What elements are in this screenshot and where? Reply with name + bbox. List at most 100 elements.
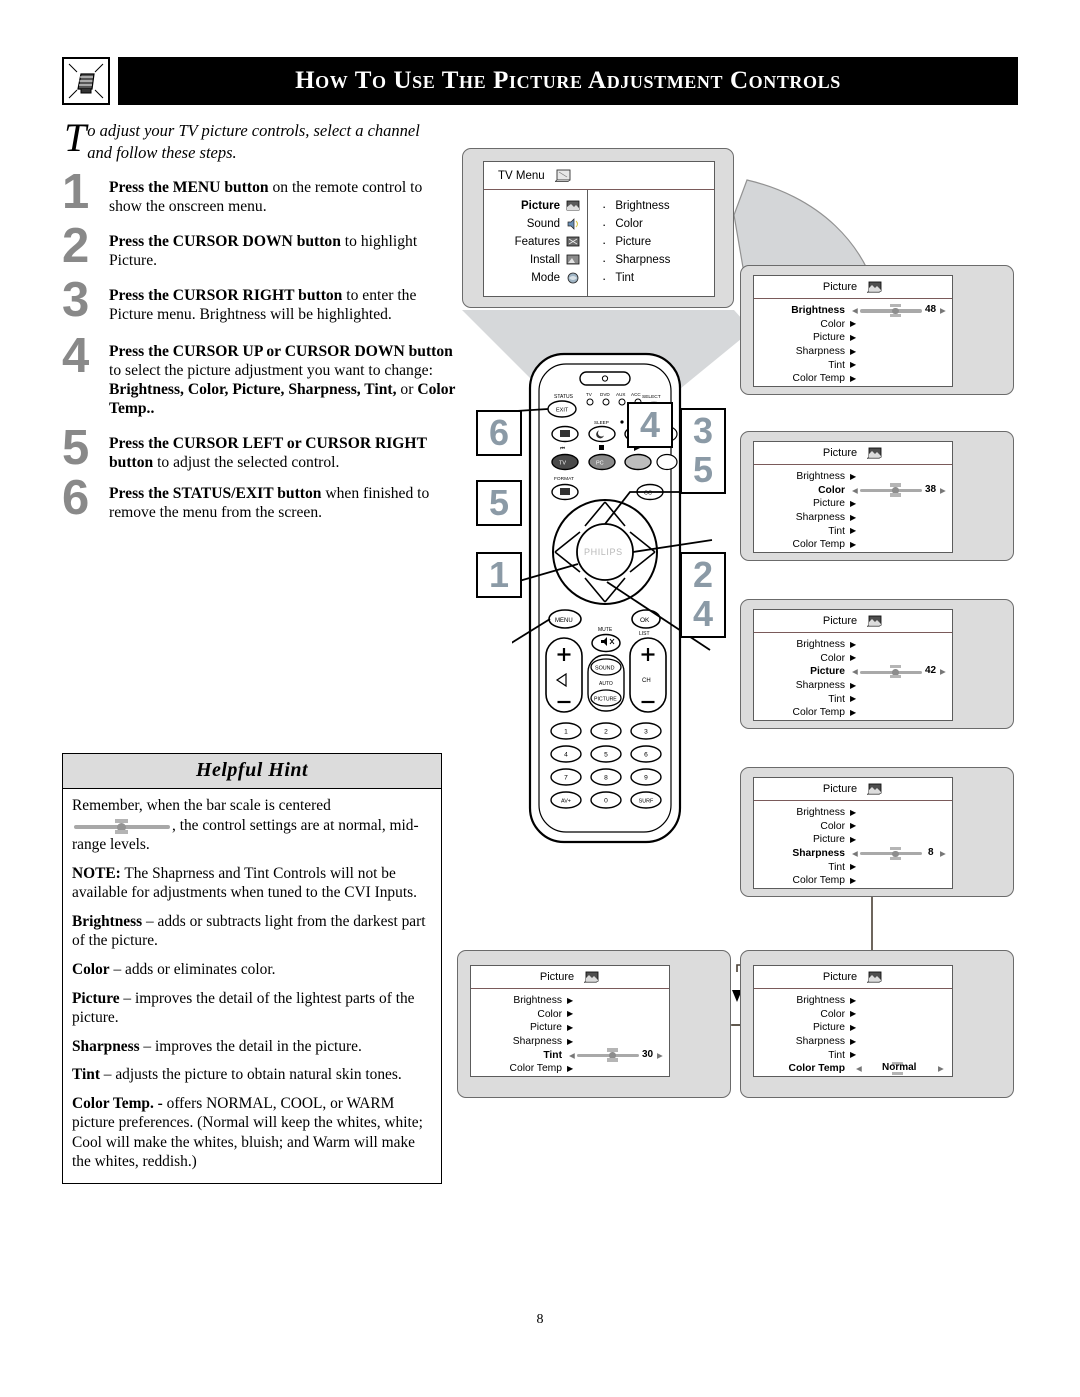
hint-paragraph-bar-scale: Remember, when the bar scale is centered… [72,796,432,855]
hint-term-brightness: Brightness [72,912,143,930]
hint-def-tint: – adjusts the picture to obtain natural … [99,1066,402,1084]
row-label: Color [820,1008,845,1020]
slider-track[interactable] [860,309,922,313]
intro-paragraph: To adjust your TV picture controls, sele… [64,118,444,164]
slider-track[interactable] [860,852,922,856]
panel-rows: Brightness ▶ Color ▶ Picture ◀ 42 ▶ Shar… [754,633,952,720]
panel-row-sharpness[interactable]: Sharpness ▶ [471,1035,669,1049]
row-label: Color [820,652,845,664]
panel-row-colortemp[interactable]: Color Temp ◀ Normal ▶ [754,1061,952,1076]
svg-text:0: 0 [604,798,608,805]
panel-row-color[interactable]: Color ▶ [471,1008,669,1022]
slider-right-arrow[interactable]: ▶ [940,668,946,676]
chevron-right-icon: ▶ [850,1009,857,1019]
slider-right-arrow[interactable]: ▶ [940,487,946,495]
panel-row-sharpness[interactable]: Sharpness ▶ [754,679,952,693]
callout-number: 1 [488,554,510,595]
tv-submenu-item-color[interactable]: · Color [602,216,714,232]
panel-row-colortemp[interactable]: Color Temp ▶ [471,1062,669,1076]
step-text: Press the CURSOR RIGHT button to enter t… [109,286,457,324]
tv-submenu-item-brightness[interactable]: · Brightness [602,198,714,214]
row-slider[interactable]: ◀ 38 ▶ [852,483,946,497]
panel-row-sharpness[interactable]: Sharpness ▶ [754,345,952,359]
panel-row-sharpness[interactable]: Sharpness ▶ [754,1035,952,1049]
panel-row-colortemp[interactable]: Color Temp ▶ [754,706,952,720]
row-label: Color Temp [792,707,845,719]
panel-row-color[interactable]: Color ◀ 38 ▶ [754,483,952,498]
slider-right-arrow[interactable]: ▶ [657,1052,663,1060]
panel-row-picture[interactable]: Picture ▶ [754,331,952,345]
mode-icon [567,272,579,284]
row-slider[interactable]: ◀ 42 ▶ [852,664,946,679]
panel-row-tint[interactable]: Tint ▶ [754,692,952,706]
row-label: Picture [812,834,845,846]
panel-row-color[interactable]: Color ▶ [754,1008,952,1022]
panel-row-picture[interactable]: Picture ▶ [471,1021,669,1035]
chevron-right-icon: ▶ [850,346,857,356]
tv-menu-item-features[interactable]: Features [484,234,581,250]
row-label: Brightness [796,471,845,483]
tv-menu-item-picture[interactable]: Picture [484,198,581,214]
panel-row-colortemp[interactable]: Color Temp ▶ [754,538,952,552]
panel-row-sharpness[interactable]: Sharpness ▶ [754,511,952,525]
row-label: Sharpness [795,346,845,358]
slider-right-arrow[interactable]: ▶ [940,307,946,315]
chevron-right-icon: ▶ [567,1063,574,1073]
tv-submenu-item-picture[interactable]: · Picture [602,234,714,250]
panel-row-color[interactable]: Color ▶ [754,652,952,666]
slider-track[interactable] [860,489,922,493]
panel-row-picture[interactable]: Picture ▶ [754,497,952,511]
svg-text:OK: OK [640,617,650,624]
tv-menu-item-install[interactable]: Install [484,252,581,268]
choice-right-arrow[interactable]: ▶ [938,1065,944,1073]
panel-row-brightness[interactable]: Brightness ▶ [471,994,669,1008]
panel-row-brightness[interactable]: Brightness ◀ 48 ▶ [754,303,952,318]
chevron-right-icon: ▶ [850,498,857,508]
panel-row-sharpness[interactable]: Sharpness ◀ 8 ▶ [754,846,952,861]
panel-row-tint[interactable]: Tint ▶ [754,860,952,874]
panel-row-brightness[interactable]: Brightness ▶ [754,470,952,484]
helpful-hint-body: Remember, when the bar scale is centered… [63,789,441,1183]
panel-row-brightness[interactable]: Brightness ▶ [754,806,952,820]
svg-text:SOUND: SOUND [595,666,615,672]
panel-row-colortemp[interactable]: Color Temp ▶ [754,372,952,386]
tv-menu-item-sound[interactable]: Sound [484,216,581,232]
slider-left-arrow[interactable]: ◀ [569,1052,575,1060]
row-slider[interactable]: ◀ 8 ▶ [852,846,946,861]
tv-submenu-item-tint[interactable]: · Tint [602,270,714,286]
tv-menu-item-mode[interactable]: Mode [484,270,581,286]
svg-text:CH: CH [642,678,651,684]
slider-left-arrow[interactable]: ◀ [852,487,858,495]
tv-submenu-item-sharpness[interactable]: · Sharpness [602,252,714,268]
choice-left-arrow[interactable]: ◀ [856,1065,862,1073]
slider-right-arrow[interactable]: ▶ [940,850,946,858]
row-choice[interactable]: ◀ Normal ▶ [852,1061,944,1076]
picture-panel-sharpness: Picture Brightness ▶ Color ▶ Picture ▶ Shar… [740,767,1014,897]
panel-row-tint[interactable]: Tint ▶ [754,358,952,372]
slider-left-arrow[interactable]: ◀ [852,850,858,858]
row-slider[interactable]: ◀ 48 ▶ [852,303,946,318]
slider-track[interactable] [860,670,922,674]
step-item: 6 Press the STATUS/EXIT button when fini… [62,474,457,524]
panel-row-brightness[interactable]: Brightness ▶ [754,994,952,1008]
panel-row-picture[interactable]: Picture ▶ [754,833,952,847]
row-label: Brightness [513,995,562,1007]
tv-menu-header: TV Menu [484,162,714,190]
slider-left-arrow[interactable]: ◀ [852,668,858,676]
slider-track[interactable] [577,1053,639,1058]
slider-left-arrow[interactable]: ◀ [852,307,858,315]
panel-row-colortemp[interactable]: Color Temp ▶ [754,874,952,888]
panel-row-color[interactable]: Color ▶ [754,318,952,332]
step-number: 2 [62,219,90,273]
panel-row-picture[interactable]: Picture ▶ [754,1021,952,1035]
panel-row-brightness[interactable]: Brightness ▶ [754,638,952,652]
row-label: Tint [828,1049,845,1061]
row-slider[interactable]: ◀ 30 ▶ [569,1048,663,1062]
panel-row-picture[interactable]: Picture ◀ 42 ▶ [754,664,952,679]
panel-row-tint[interactable]: Tint ▶ [754,1048,952,1062]
panel-row-tint[interactable]: Tint ▶ [754,524,952,538]
callout-number: 4 [692,593,714,635]
panel-row-tint[interactable]: Tint ◀ 30 ▶ [471,1048,669,1062]
panel-row-color[interactable]: Color ▶ [754,820,952,834]
row-label: Color Temp [788,1063,845,1075]
